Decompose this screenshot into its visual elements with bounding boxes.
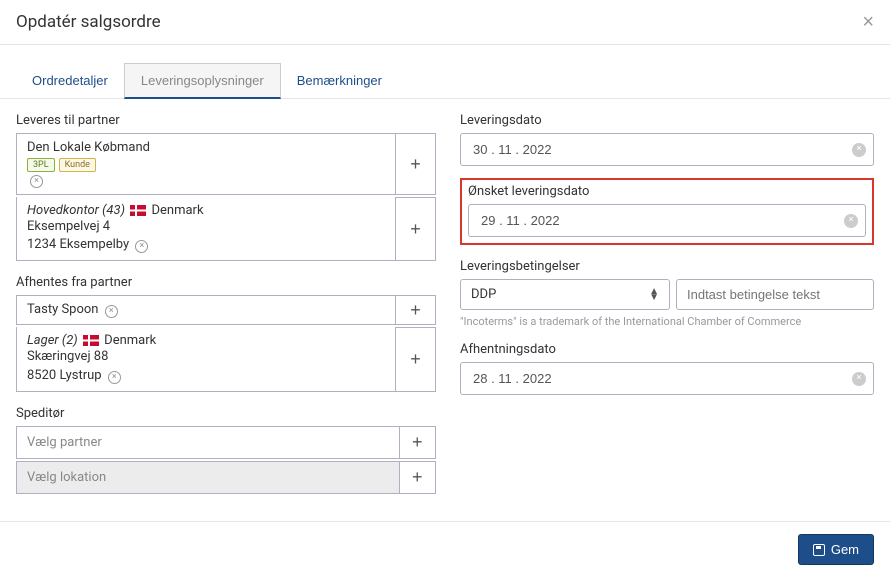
pickup-partner-card[interactable]: Tasty Spoon × — [16, 295, 396, 325]
right-column: Leveringsdato × Ønsket leveringsdato × L… — [460, 113, 874, 508]
deliver-to-location-card[interactable]: Hovedkontor (43) Denmark Eksempelvej 4 1… — [16, 197, 396, 261]
pickup-city: 8520 Lystrup — [27, 368, 102, 383]
pickup-date-label: Afhentningsdato — [460, 342, 874, 357]
pickup-location-country: Denmark — [104, 333, 156, 348]
terms-label: Leveringsbetingelser — [460, 259, 874, 274]
freight-location-select[interactable]: Vælg lokation — [16, 461, 400, 494]
badge-3pl: 3PL — [27, 158, 55, 172]
modal-title: Opdatér salgsordre — [16, 12, 161, 32]
freight-partner-select[interactable]: Vælg partner — [16, 426, 400, 459]
delivery-date-input[interactable] — [460, 133, 874, 166]
modal-footer: Gem — [0, 521, 890, 577]
pickup-from-section: Afhentes fra partner Tasty Spoon × + Lag… — [16, 275, 436, 391]
close-button[interactable]: × — [862, 12, 874, 32]
add-freight-location-button[interactable]: + — [400, 461, 436, 494]
deliver-to-partner-card[interactable]: Den Lokale Købmand 3PL Kunde × — [16, 133, 396, 195]
terms-row: DDP ▲▼ — [460, 279, 874, 310]
add-freight-partner-button[interactable]: + — [400, 426, 436, 459]
requested-date-group: Ønsket leveringsdato × — [460, 178, 874, 245]
pickup-location-card[interactable]: Lager (2) Denmark Skæringvej 88 8520 Lys… — [16, 327, 396, 391]
pickup-location-name: Lager (2) — [27, 333, 78, 348]
tab-bar: Ordredetaljer Leveringsoplysninger Bemær… — [0, 63, 890, 99]
freight-partner-row: Vælg partner + — [16, 426, 436, 459]
select-arrows-icon: ▲▼ — [649, 289, 659, 301]
flag-denmark-icon-2 — [83, 335, 99, 346]
deliver-city: 1234 Eksempelby — [27, 237, 129, 252]
save-button[interactable]: Gem — [798, 534, 874, 565]
deliver-to-label: Leveres til partner — [16, 113, 436, 128]
pickup-partner-row: Tasty Spoon × + — [16, 295, 436, 325]
requested-date-wrap: × — [468, 204, 866, 237]
badge-kunde: Kunde — [59, 158, 96, 172]
remove-pickup-partner-icon[interactable]: × — [105, 305, 118, 318]
tab-remarks[interactable]: Bemærkninger — [281, 63, 398, 98]
partner-badges: 3PL Kunde — [27, 158, 385, 172]
freight-label: Speditør — [16, 406, 436, 421]
add-deliver-partner-button[interactable]: + — [396, 133, 436, 195]
freight-section: Speditør Vælg partner + Vælg lokation + — [16, 406, 436, 494]
requested-date-label: Ønsket leveringsdato — [468, 184, 866, 199]
add-deliver-location-button[interactable]: + — [396, 197, 436, 261]
tab-order-details[interactable]: Ordredetaljer — [16, 63, 124, 98]
remove-pickup-location-icon[interactable]: × — [108, 371, 121, 384]
clear-pickup-date-icon[interactable]: × — [852, 372, 866, 386]
modal-content: Leveres til partner Den Lokale Købmand 3… — [0, 99, 890, 522]
terms-select[interactable]: DDP ▲▼ — [460, 279, 670, 310]
clear-delivery-date-icon[interactable]: × — [852, 143, 866, 157]
left-column: Leveres til partner Den Lokale Købmand 3… — [16, 113, 436, 508]
delivery-date-group: Leveringsdato × — [460, 113, 874, 166]
deliver-street: Eksempelvej 4 — [27, 218, 385, 236]
pickup-date-wrap: × — [460, 362, 874, 395]
deliver-location-name: Hovedkontor (43) — [27, 203, 125, 218]
tab-shipping-info[interactable]: Leveringsoplysninger — [124, 63, 281, 99]
deliver-to-section: Leveres til partner Den Lokale Købmand 3… — [16, 113, 436, 261]
pickup-date-group: Afhentningsdato × — [460, 342, 874, 395]
terms-value: DDP — [471, 287, 496, 302]
pickup-location-row: Lager (2) Denmark Skæringvej 88 8520 Lys… — [16, 327, 436, 391]
deliver-location-line1: Hovedkontor (43) Denmark — [27, 203, 385, 218]
delivery-date-wrap: × — [460, 133, 874, 166]
pickup-city-line: 8520 Lystrup × — [27, 367, 385, 385]
add-pickup-location-button[interactable]: + — [396, 327, 436, 391]
pickup-street: Skæringvej 88 — [27, 348, 385, 366]
deliver-to-location-row: Hovedkontor (43) Denmark Eksempelvej 4 1… — [16, 197, 436, 261]
save-icon — [813, 544, 825, 556]
deliver-to-partner-row: Den Lokale Købmand 3PL Kunde × + — [16, 133, 436, 195]
save-button-label: Gem — [831, 542, 859, 557]
terms-help-text: "Incoterms" is a trademark of the Intern… — [460, 315, 874, 328]
pickup-partner-name: Tasty Spoon — [27, 302, 98, 317]
remove-deliver-location-icon[interactable]: × — [135, 240, 148, 253]
pickup-date-input[interactable] — [460, 362, 874, 395]
requested-date-highlight: Ønsket leveringsdato × — [460, 178, 874, 245]
modal-header: Opdatér salgsordre × — [0, 0, 890, 45]
terms-text-input[interactable] — [676, 279, 874, 310]
pickup-from-label: Afhentes fra partner — [16, 275, 436, 290]
flag-denmark-icon — [130, 205, 146, 216]
delivery-date-label: Leveringsdato — [460, 113, 874, 128]
deliver-to-partner-name: Den Lokale Købmand — [27, 140, 385, 155]
terms-group: Leveringsbetingelser DDP ▲▼ "Incoterms" … — [460, 259, 874, 328]
add-pickup-partner-button[interactable]: + — [396, 295, 436, 325]
requested-date-input[interactable] — [468, 204, 866, 237]
pickup-location-line1: Lager (2) Denmark — [27, 333, 385, 348]
deliver-city-line: 1234 Eksempelby × — [27, 236, 385, 254]
deliver-location-country: Denmark — [151, 203, 203, 218]
freight-location-row: Vælg lokation + — [16, 461, 436, 494]
remove-deliver-partner-icon[interactable]: × — [30, 175, 43, 188]
clear-requested-date-icon[interactable]: × — [844, 214, 858, 228]
